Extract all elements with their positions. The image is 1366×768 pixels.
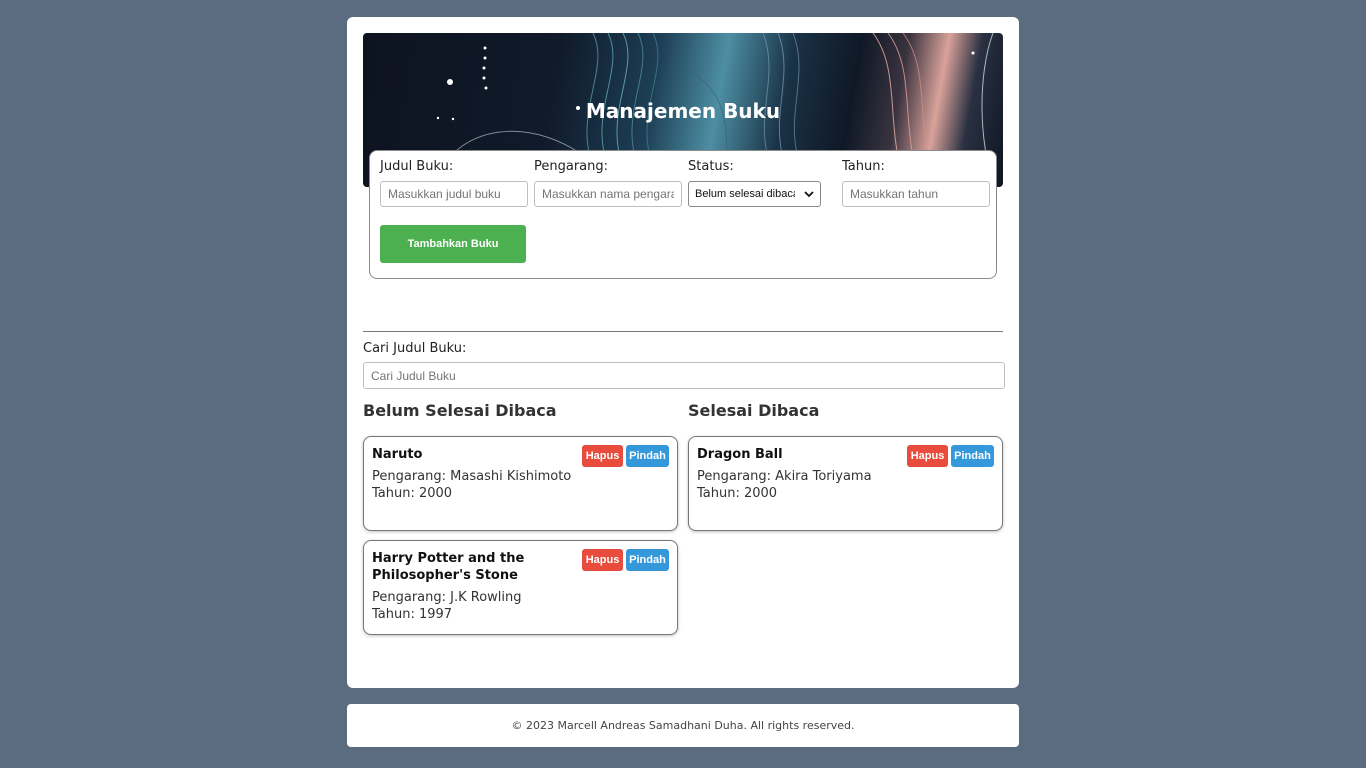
title-label: Judul Buku: xyxy=(380,159,454,174)
delete-button[interactable]: Hapus xyxy=(582,445,623,467)
author-label: Pengarang: xyxy=(534,159,609,174)
book-year: Tahun: 2000 xyxy=(372,486,453,501)
add-book-button[interactable]: Tambahkan Buku xyxy=(380,225,526,263)
read-column-title: Selesai Dibaca xyxy=(688,401,820,420)
year-label: Tahun: xyxy=(842,159,885,174)
chevron-down-icon xyxy=(804,191,814,198)
book-author: Pengarang: Masashi Kishimoto xyxy=(372,469,572,484)
status-label: Status: xyxy=(688,159,734,174)
book-year: Tahun: 2000 xyxy=(697,486,778,501)
status-selected-value: Belum selesai dibaca xyxy=(695,188,795,200)
book-author: Pengarang: J.K Rowling xyxy=(372,590,522,605)
page-title: Manajemen Buku xyxy=(585,99,781,123)
book-author: Pengarang: Akira Toriyama xyxy=(697,469,872,484)
add-book-form: Judul Buku: Pengarang: Status: Belum sel… xyxy=(369,150,997,279)
main-container: Manajemen Buku Judul Buku: Pengarang: St… xyxy=(347,17,1019,688)
divider xyxy=(363,331,1003,332)
book-title: Harry Potter and the Philosopher's Stone xyxy=(372,551,525,583)
delete-button[interactable]: Hapus xyxy=(907,445,948,467)
move-button[interactable]: Pindah xyxy=(626,445,669,467)
copyright-text: © 2023 Marcell Andreas Samadhani Duha. A… xyxy=(511,719,855,732)
move-button[interactable]: Pindah xyxy=(951,445,994,467)
search-label: Cari Judul Buku: xyxy=(363,341,467,356)
book-card: Dragon Ball Pengarang: Akira Toriyama Ta… xyxy=(688,436,1003,531)
unread-column-title: Belum Selesai Dibaca xyxy=(363,401,557,420)
move-button[interactable]: Pindah xyxy=(626,549,669,571)
book-card: Naruto Pengarang: Masashi Kishimoto Tahu… xyxy=(363,436,678,531)
author-input[interactable] xyxy=(534,181,682,207)
year-input[interactable] xyxy=(842,181,990,207)
footer: © 2023 Marcell Andreas Samadhani Duha. A… xyxy=(347,704,1019,747)
book-title: Naruto xyxy=(372,447,423,462)
delete-button[interactable]: Hapus xyxy=(582,549,623,571)
book-year: Tahun: 1997 xyxy=(372,607,453,622)
book-card: Harry Potter and the Philosopher's Stone… xyxy=(363,540,678,635)
book-title: Dragon Ball xyxy=(697,447,783,462)
title-input[interactable] xyxy=(380,181,528,207)
status-select[interactable]: Belum selesai dibaca xyxy=(688,181,821,207)
search-input[interactable] xyxy=(363,362,1005,389)
